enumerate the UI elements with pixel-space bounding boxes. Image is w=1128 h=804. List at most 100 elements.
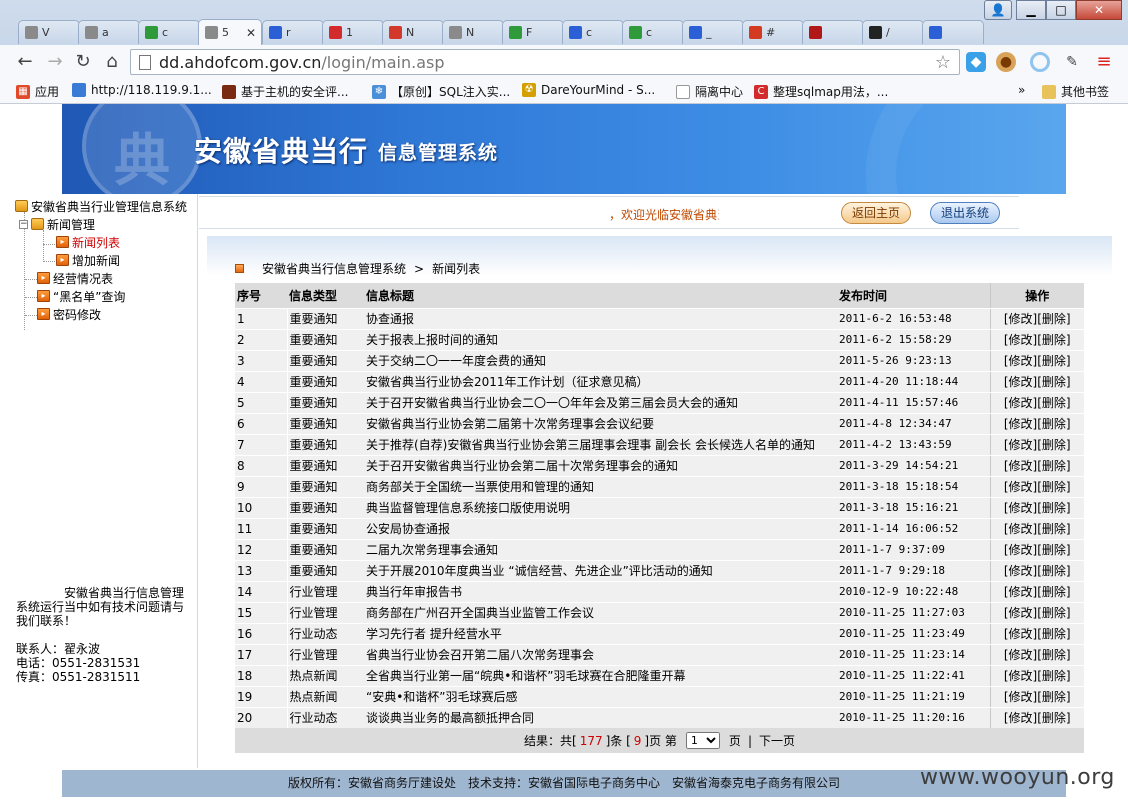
browser-tab[interactable]: N — [442, 20, 504, 44]
cell-title-link[interactable]: 谈谈典当业务的最高额抵押合同 — [364, 707, 837, 729]
close-window-button[interactable]: ✕ — [1076, 0, 1122, 20]
bookmark-item[interactable]: 隔离中心 — [676, 83, 743, 100]
pen-icon[interactable]: ✎ — [1062, 52, 1082, 72]
tree-blacklist[interactable]: ▸ “黑名单”查询 — [37, 288, 125, 304]
edit-link[interactable]: [修改] — [1004, 480, 1037, 494]
delete-link[interactable]: [删除] — [1037, 606, 1070, 620]
tree-business-report[interactable]: ▸ 经营情况表 — [37, 270, 113, 286]
cell-title-link[interactable]: 关于召开安徽省典当行业协会二〇一〇年年会及第三届会员大会的通知 — [364, 392, 837, 414]
browser-tab-active[interactable]: 5 ✕ — [198, 19, 262, 45]
delete-link[interactable]: [删除] — [1037, 690, 1070, 704]
delete-link[interactable]: [删除] — [1037, 543, 1070, 557]
cell-title-link[interactable]: 商务部关于全国统一当票使用和管理的通知 — [364, 476, 837, 498]
browser-tab[interactable]: c — [138, 20, 200, 44]
cookie-icon[interactable]: ● — [996, 52, 1016, 72]
breadcrumb-system[interactable]: 安徽省典当行信息管理系统 — [262, 260, 406, 277]
delete-link[interactable]: [删除] — [1037, 480, 1070, 494]
cell-title-link[interactable]: 安徽省典当行业协会2011年工作计划（征求意见稿） — [364, 371, 837, 393]
close-tab-icon[interactable]: ✕ — [246, 26, 256, 40]
cell-title-link[interactable]: 关于推荐(自荐)安徽省典当行业协会第三届理事会理事 副会长 会长候选人名单的通知 — [364, 434, 837, 456]
minimize-button[interactable]: ▁ — [1016, 0, 1046, 20]
browser-tab[interactable]: # — [742, 20, 804, 44]
browser-tab[interactable] — [802, 20, 864, 44]
cell-title-link[interactable]: 学习先行者 提升经营水平 — [364, 623, 837, 645]
cell-title-link[interactable]: 商务部在广州召开全国典当业监管工作会议 — [364, 602, 837, 624]
page-select[interactable]: 1 — [685, 732, 720, 749]
bookmark-item[interactable]: 基于主机的安全评... — [222, 83, 348, 100]
browser-tab[interactable]: / — [862, 20, 924, 44]
other-bookmarks[interactable]: 其他书签 — [1042, 83, 1109, 100]
delete-link[interactable]: [删除] — [1037, 585, 1070, 599]
edit-link[interactable]: [修改] — [1004, 711, 1037, 725]
cell-title-link[interactable]: 公安局协查通报 — [364, 518, 837, 540]
logout-button[interactable]: 退出系统 — [930, 202, 1000, 224]
browser-tab[interactable]: _ — [682, 20, 744, 44]
edit-link[interactable]: [修改] — [1004, 564, 1037, 578]
delete-link[interactable]: [删除] — [1037, 711, 1070, 725]
cell-title-link[interactable]: 协查通报 — [364, 308, 837, 330]
reload-icon[interactable]: ↻ — [72, 51, 94, 73]
user-icon[interactable]: 👤 — [984, 0, 1012, 20]
tree-news-list[interactable]: ▸ 新闻列表 — [56, 234, 120, 250]
delete-link[interactable]: [删除] — [1037, 522, 1070, 536]
delete-link[interactable]: [删除] — [1037, 396, 1070, 410]
tree-password[interactable]: ▸ 密码修改 — [37, 306, 101, 322]
edit-link[interactable]: [修改] — [1004, 606, 1037, 620]
forward-icon[interactable]: → — [44, 51, 66, 73]
edit-link[interactable]: [修改] — [1004, 354, 1037, 368]
circle-icon[interactable] — [1030, 52, 1050, 72]
cell-title-link[interactable]: “安典•和谐杯”羽毛球赛后感 — [364, 686, 837, 708]
bookmark-apps[interactable]: ▦ 应用 — [16, 83, 59, 100]
next-page-link[interactable]: 下一页 — [759, 732, 795, 749]
delete-link[interactable]: [删除] — [1037, 312, 1070, 326]
cell-title-link[interactable]: 关于开展2010年度典当业 “诚信经营、先进企业”评比活动的通知 — [364, 560, 837, 582]
cell-title-link[interactable]: 关于交纳二〇一一年度会费的通知 — [364, 350, 837, 372]
edit-link[interactable]: [修改] — [1004, 543, 1037, 557]
delete-link[interactable]: [删除] — [1037, 501, 1070, 515]
address-bar[interactable]: dd.ahdofcom.gov.cn/login/main.asp ☆ — [130, 49, 960, 75]
edit-link[interactable]: [修改] — [1004, 669, 1037, 683]
edit-link[interactable]: [修改] — [1004, 690, 1037, 704]
delete-link[interactable]: [删除] — [1037, 438, 1070, 452]
browser-tab[interactable]: a — [78, 20, 140, 44]
bookmark-item[interactable]: C 整理sqlmap用法，... — [754, 83, 888, 100]
browser-tab[interactable]: N — [382, 20, 444, 44]
bookmark-item[interactable]: http://118.119.9.1... — [72, 83, 212, 97]
back-icon[interactable]: ← — [14, 51, 36, 73]
browser-tab[interactable]: F — [502, 20, 564, 44]
tree-news-management[interactable]: − 新闻管理 — [19, 216, 95, 232]
cell-title-link[interactable]: 关于报表上报时间的通知 — [364, 329, 837, 351]
cell-title-link[interactable]: 典当监督管理信息系统接口版使用说明 — [364, 497, 837, 519]
maximize-button[interactable]: □ — [1046, 0, 1076, 20]
delete-link[interactable]: [删除] — [1037, 375, 1070, 389]
edit-link[interactable]: [修改] — [1004, 375, 1037, 389]
home-icon[interactable]: ⌂ — [101, 51, 123, 73]
edit-link[interactable]: [修改] — [1004, 585, 1037, 599]
edit-link[interactable]: [修改] — [1004, 417, 1037, 431]
edit-link[interactable]: [修改] — [1004, 501, 1037, 515]
home-button[interactable]: 返回主页 — [841, 202, 911, 224]
edit-link[interactable]: [修改] — [1004, 627, 1037, 641]
edit-link[interactable]: [修改] — [1004, 648, 1037, 662]
browser-tab[interactable]: c — [562, 20, 624, 44]
bookmark-item[interactable]: ❄ 【原创】SQL注入实... — [372, 83, 510, 100]
edit-link[interactable]: [修改] — [1004, 438, 1037, 452]
cell-title-link[interactable]: 二届九次常务理事会通知 — [364, 539, 837, 561]
browser-tab[interactable]: r — [262, 20, 324, 44]
edit-link[interactable]: [修改] — [1004, 312, 1037, 326]
browser-tab[interactable]: 1 — [322, 20, 384, 44]
delete-link[interactable]: [删除] — [1037, 627, 1070, 641]
collapse-icon[interactable]: − — [19, 219, 28, 229]
cell-title-link[interactable]: 省典当行业协会召开第二届八次常务理事会 — [364, 644, 837, 666]
delete-link[interactable]: [删除] — [1037, 648, 1070, 662]
edit-link[interactable]: [修改] — [1004, 333, 1037, 347]
extension-icon[interactable]: ◆ — [966, 52, 986, 72]
browser-tab[interactable] — [922, 20, 984, 44]
edit-link[interactable]: [修改] — [1004, 459, 1037, 473]
delete-link[interactable]: [删除] — [1037, 564, 1070, 578]
delete-link[interactable]: [删除] — [1037, 459, 1070, 473]
edit-link[interactable]: [修改] — [1004, 522, 1037, 536]
bookmarks-more-button[interactable]: » — [1018, 83, 1025, 97]
bookmark-item[interactable]: ☢ DareYourMind - S... — [522, 83, 655, 97]
menu-icon[interactable]: ≡ — [1094, 52, 1114, 72]
